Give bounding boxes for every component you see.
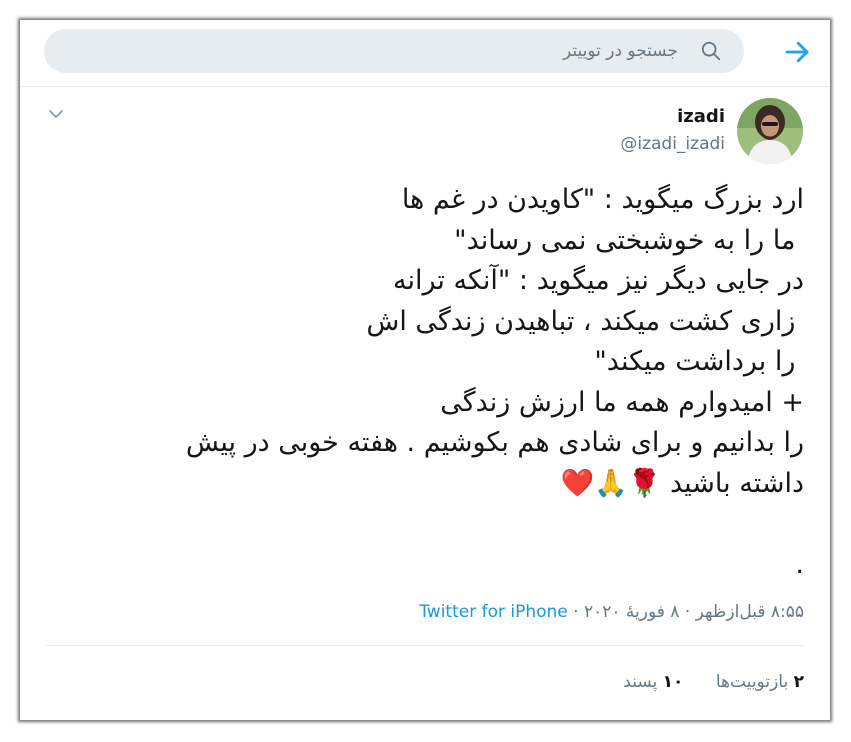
search-input[interactable]: جستجو در توییتر bbox=[44, 29, 744, 73]
search-placeholder: جستجو در توییتر bbox=[562, 41, 678, 61]
tweet-meta: ۸:۵۵ قبل‌ازظهر · ۸ فوریهٔ ۲۰۲۰ · Twitter… bbox=[419, 602, 804, 622]
likes-stat[interactable]: ۱۰ پسند bbox=[623, 672, 683, 692]
divider bbox=[46, 645, 804, 646]
retweets-stat[interactable]: ۲ بازتوییت‌ها bbox=[716, 672, 804, 692]
tweet-window: جستجو در توییتر izadi @izadi_izadi ارد ب… bbox=[20, 20, 830, 720]
author-handle[interactable]: @izadi_izadi bbox=[620, 134, 725, 154]
search-icon bbox=[701, 41, 721, 61]
likes-label: پسند bbox=[623, 672, 658, 692]
meta-separator: · bbox=[679, 602, 696, 622]
tweet-text: ارد بزرگ میگوید : "کاویدن در غم ها ما را… bbox=[185, 184, 804, 580]
chevron-down-icon[interactable] bbox=[48, 106, 64, 122]
tweet-source-link[interactable]: Twitter for iPhone bbox=[419, 602, 568, 622]
avatar[interactable] bbox=[737, 98, 803, 164]
likes-count: ۱۰ bbox=[662, 672, 684, 692]
tweet-time[interactable]: ۸:۵۵ قبل‌ازظهر bbox=[696, 602, 804, 622]
tweet-date[interactable]: ۸ فوریهٔ ۲۰۲۰ bbox=[584, 602, 679, 622]
top-bar: جستجو در توییتر bbox=[20, 20, 830, 87]
author-display-name[interactable]: izadi bbox=[677, 106, 725, 127]
meta-separator: · bbox=[567, 602, 584, 622]
arrow-right-icon[interactable] bbox=[782, 37, 812, 67]
tweet-stats: ۲ بازتوییت‌ها ۱۰ پسند bbox=[623, 672, 804, 692]
retweets-label: بازتوییت‌ها bbox=[715, 672, 789, 692]
retweets-count: ۲ bbox=[793, 672, 804, 692]
